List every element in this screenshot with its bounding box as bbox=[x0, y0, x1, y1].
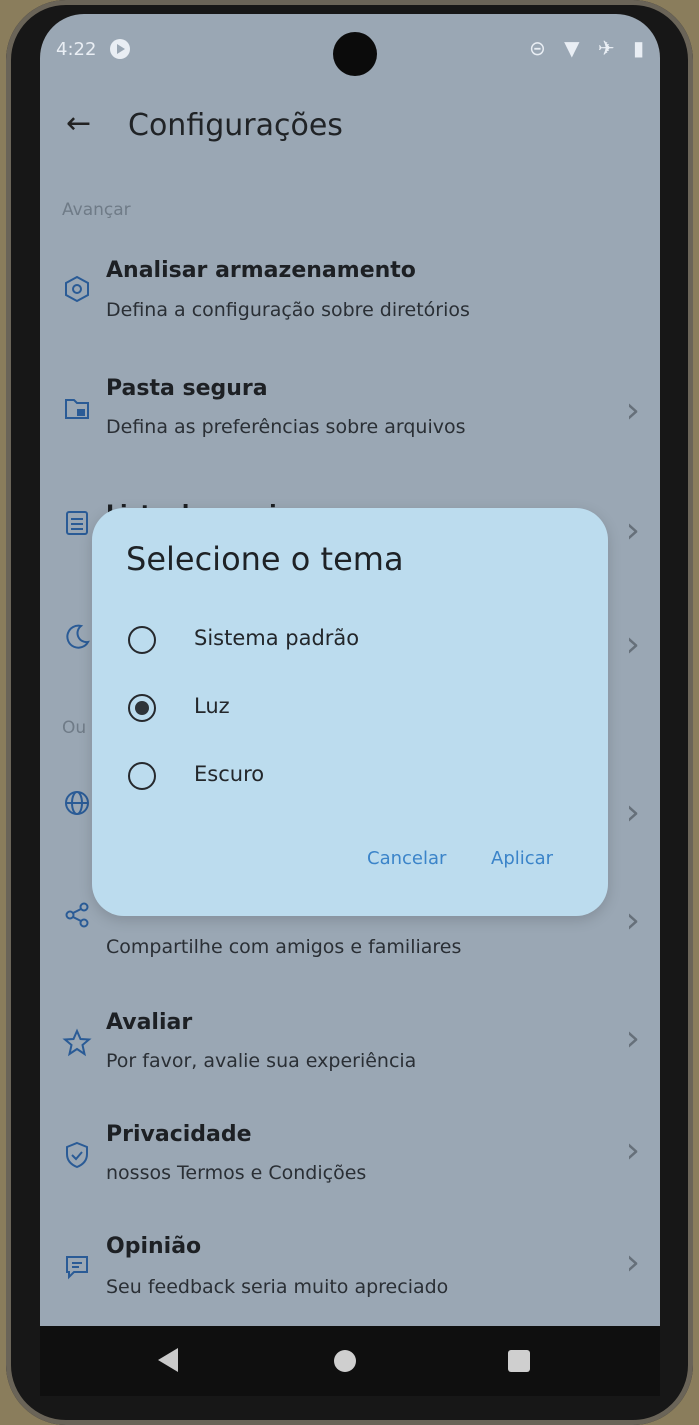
chevron-right-icon: › bbox=[625, 1130, 640, 1171]
row-title: Pasta segura bbox=[106, 376, 268, 401]
chevron-right-icon: › bbox=[625, 792, 640, 833]
dialog-title: Selecione o tema bbox=[126, 540, 404, 578]
settings-row-rate[interactable]: Avaliar Por favor, avalie sua experiênci… bbox=[40, 994, 660, 1104]
row-title: Privacidade bbox=[106, 1122, 252, 1147]
row-subtitle: Defina as preferências sobre arquivos bbox=[106, 416, 466, 438]
option-label: Sistema padrão bbox=[194, 626, 360, 650]
chevron-right-icon: › bbox=[625, 900, 640, 941]
app-bar: ← Configurações bbox=[40, 104, 660, 154]
screen-record-icon bbox=[110, 39, 130, 59]
radio-button-selected[interactable] bbox=[128, 694, 156, 722]
globe-icon bbox=[62, 788, 94, 820]
front-camera bbox=[333, 32, 377, 76]
share-icon bbox=[62, 900, 94, 932]
row-subtitle: Compartilhe com amigos e familiares bbox=[106, 936, 462, 958]
status-bar: 4:22 ⊝ ▼ ✈ ▮ bbox=[40, 14, 660, 86]
settings-row-privacy[interactable]: Privacidade nossos Termos e Condições › bbox=[40, 1106, 660, 1216]
feedback-icon bbox=[62, 1252, 94, 1284]
chevron-right-icon: › bbox=[625, 1242, 640, 1283]
page-title: Configurações bbox=[128, 108, 343, 143]
chevron-right-icon: › bbox=[625, 510, 640, 551]
option-label: Escuro bbox=[194, 762, 265, 786]
row-title: Analisar armazenamento bbox=[106, 258, 416, 283]
theme-option-light[interactable]: Luz bbox=[128, 686, 548, 730]
section-others-header: Ou bbox=[62, 718, 87, 738]
radio-button[interactable] bbox=[128, 762, 156, 790]
row-subtitle: Seu feedback seria muito apreciado bbox=[106, 1276, 449, 1298]
theme-option-dark[interactable]: Escuro bbox=[128, 754, 548, 798]
row-title: Avaliar bbox=[106, 1010, 193, 1035]
radio-button[interactable] bbox=[128, 626, 156, 654]
system-nav-bar bbox=[40, 1326, 660, 1396]
settings-row-secure-folder[interactable]: Pasta segura Defina as preferências sobr… bbox=[40, 370, 660, 480]
nav-back-icon[interactable] bbox=[158, 1348, 178, 1372]
theme-option-system[interactable]: Sistema padrão bbox=[128, 618, 548, 662]
secure-folder-icon bbox=[62, 392, 94, 424]
row-subtitle: nossos Termos e Condições bbox=[106, 1162, 367, 1184]
shield-icon bbox=[62, 1140, 94, 1172]
cancel-button[interactable]: Cancelar bbox=[367, 848, 446, 869]
row-title: Opinião bbox=[106, 1234, 202, 1259]
status-time: 4:22 bbox=[56, 39, 97, 60]
apply-button[interactable]: Aplicar bbox=[491, 848, 553, 869]
file-list-icon bbox=[62, 508, 94, 540]
moon-icon bbox=[62, 622, 94, 654]
row-subtitle: Por favor, avalie sua experiência bbox=[106, 1050, 417, 1072]
theme-dialog: Selecione o tema Sistema padrão Luz Escu… bbox=[92, 508, 608, 916]
chevron-right-icon: › bbox=[625, 624, 640, 665]
settings-row-feedback[interactable]: Opinião Seu feedback seria muito aprecia… bbox=[40, 1218, 660, 1326]
row-subtitle: Defina a configuração sobre diretórios bbox=[106, 299, 470, 321]
star-icon bbox=[62, 1028, 94, 1060]
nav-recents-icon[interactable] bbox=[508, 1350, 530, 1372]
settings-row-storage[interactable]: Analisar armazenamento Defina a configur… bbox=[40, 252, 660, 362]
chevron-right-icon: › bbox=[625, 1018, 640, 1059]
chevron-right-icon: › bbox=[625, 390, 640, 431]
storage-scan-icon bbox=[62, 274, 94, 306]
back-arrow-icon[interactable]: ← bbox=[66, 106, 91, 141]
nav-home-icon[interactable] bbox=[334, 1350, 356, 1372]
status-icons: ⊝ ▼ ✈ ▮ bbox=[529, 36, 650, 60]
option-label: Luz bbox=[194, 694, 230, 718]
section-advanced-header: Avançar bbox=[62, 200, 131, 220]
